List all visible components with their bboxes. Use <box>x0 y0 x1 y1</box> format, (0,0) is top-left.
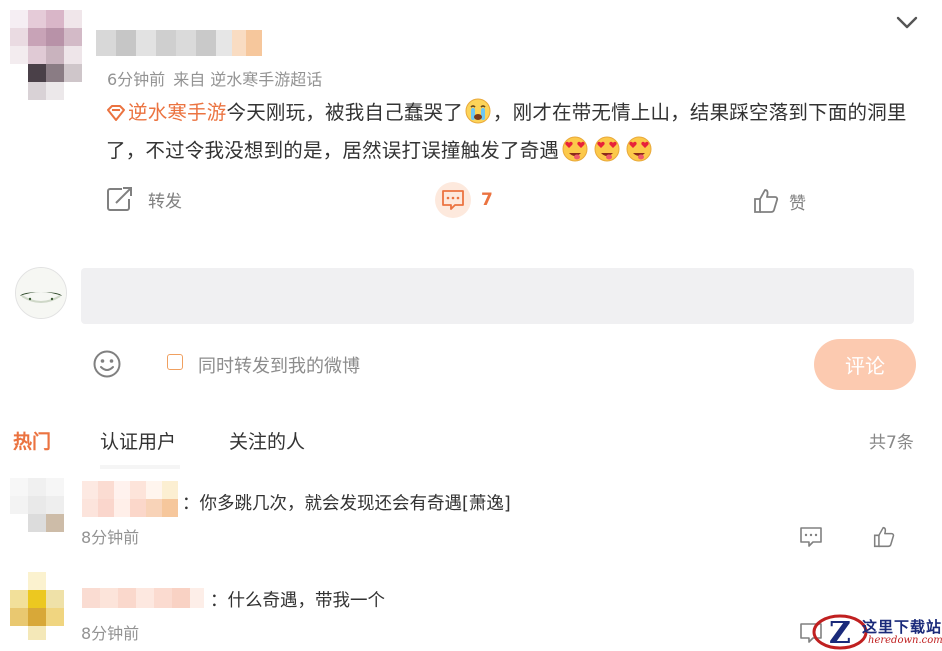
comment-text: ：你多跳几次，就会发现还会有奇遇[萧逸] <box>182 494 511 514</box>
comment-count: 7 <box>481 190 493 210</box>
post-content: 逆水寒手游今天刚玩，被我自己蠢哭了 ，刚才在带无情上山，结果踩空落到下面的洞里了，… <box>106 94 926 170</box>
comment-total-count: 共7条 <box>869 433 914 453</box>
svg-text:Z: Z <box>829 616 851 651</box>
forward-label[interactable]: 同时转发到我的微博 <box>198 352 360 378</box>
topic-link[interactable]: 逆水寒手游 <box>106 101 227 124</box>
post-time[interactable]: 6分钟前 <box>107 70 165 89</box>
thumbs-up-icon <box>754 189 779 213</box>
forward-checkbox[interactable] <box>167 354 183 370</box>
comment-icon-bg <box>435 182 471 218</box>
like-label: 赞 <box>789 193 806 214</box>
comment-button[interactable]: 7 <box>435 182 493 218</box>
chevron-down-icon <box>896 16 918 29</box>
comment-text: ：什么奇遇，带我一个 <box>210 591 385 611</box>
comment-like-button[interactable] <box>873 526 895 552</box>
like-button[interactable]: 赞 <box>753 188 806 214</box>
tab-underline <box>100 456 180 469</box>
author-avatar[interactable] <box>10 10 94 102</box>
comment-icon <box>442 190 464 210</box>
author-name-pixelated[interactable] <box>96 30 264 56</box>
emoji-button[interactable] <box>92 349 122 383</box>
tab-following[interactable]: 关注的人 <box>229 427 305 454</box>
post-meta: 6分钟前 来自 逆水寒手游超话 <box>107 66 322 90</box>
watermark-url: heredown.com <box>868 635 942 646</box>
crying-emoji <box>465 98 491 124</box>
tab-hot[interactable]: 热门 <box>13 427 51 454</box>
commenter-name-pixelated[interactable] <box>82 481 182 517</box>
super-topic-icon <box>107 105 125 121</box>
expand-menu-button[interactable] <box>890 8 924 38</box>
comment-time: 8分钟前 <box>81 528 140 547</box>
post-source[interactable]: 来自 逆水寒手游超话 <box>173 70 322 89</box>
comment-time: 8分钟前 <box>81 624 140 643</box>
weibo-post-page: 6分钟前 来自 逆水寒手游超话 逆水寒手游今天刚玩，被我自己蠢哭了 ，刚才在带无情上… <box>0 0 942 651</box>
submit-comment-button[interactable]: 评论 <box>814 339 916 390</box>
watermark-text: 这里下载站 <box>862 618 942 636</box>
thumbs-up-icon <box>873 526 895 548</box>
commenter-avatar[interactable] <box>10 478 66 542</box>
comment-input[interactable] <box>81 268 914 324</box>
repost-icon <box>107 187 132 211</box>
tab-verified-users[interactable]: 认证用户 <box>100 427 176 454</box>
repost-label: 转发 <box>148 191 182 212</box>
smiley-icon <box>93 350 121 378</box>
repost-button[interactable]: 转发 <box>106 186 182 212</box>
heart-eyes-emoji <box>594 136 620 162</box>
current-user-avatar[interactable] <box>15 267 67 319</box>
post-text-part1: 今天刚玩，被我自己蠢哭了 <box>226 101 463 124</box>
commenter-avatar[interactable] <box>10 572 66 640</box>
reply-button[interactable] <box>799 526 823 552</box>
commenter-name-pixelated[interactable] <box>82 588 208 614</box>
heart-eyes-emoji <box>626 136 652 162</box>
heart-eyes-emoji <box>562 136 588 162</box>
comment-icon <box>800 527 822 547</box>
